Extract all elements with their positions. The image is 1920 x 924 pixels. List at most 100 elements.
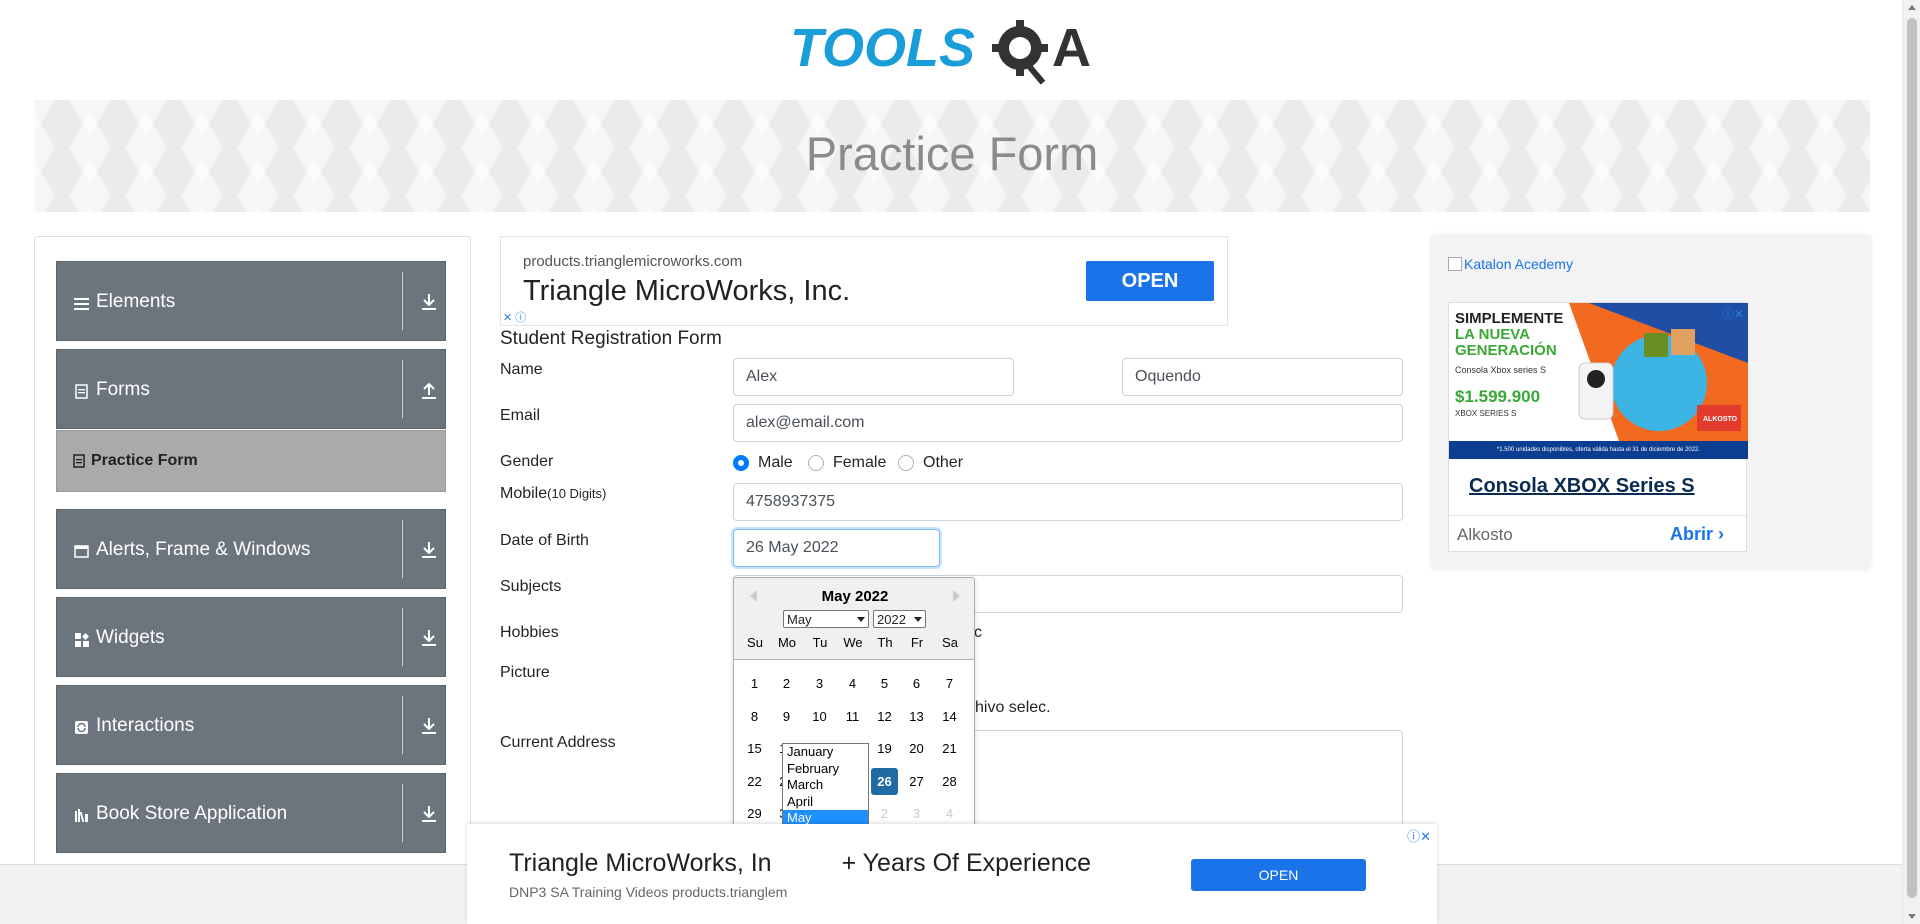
toolsqa-logo[interactable]: TOOLS A <box>790 14 1115 90</box>
weekday-label: We <box>843 635 863 650</box>
date-of-birth-input[interactable]: 26 May 2022 <box>733 529 940 567</box>
current-address-label: Current Address <box>500 734 616 751</box>
calendar-day[interactable]: 7 <box>936 670 963 697</box>
radio-unchecked[interactable] <box>808 455 824 471</box>
ad-store: Alkosto <box>1457 525 1513 544</box>
broken-image-link[interactable]: Katalon Acedemy <box>1448 256 1573 272</box>
ad-banner-top[interactable]: products.trianglemicroworks.com Triangle… <box>500 236 1228 326</box>
month-option[interactable]: February <box>783 761 868 778</box>
document-icon <box>73 454 85 468</box>
divider <box>402 360 403 418</box>
calendar-day[interactable]: 1 <box>741 670 768 697</box>
next-month-icon[interactable] <box>953 590 960 602</box>
calendar-day[interactable]: 10 <box>806 703 833 730</box>
gender-label: Gender <box>500 453 554 470</box>
download-arrow-icon[interactable] <box>420 716 438 736</box>
calendar-day[interactable]: 8 <box>741 703 768 730</box>
file-upload-status[interactable]: hivo selec. <box>975 699 1051 717</box>
download-arrow-icon[interactable] <box>420 540 438 560</box>
ad-open-button[interactable]: OPEN <box>1086 261 1214 301</box>
calendar-day[interactable]: 14 <box>936 703 963 730</box>
month-select[interactable]: May <box>783 610 869 628</box>
calendar-day[interactable]: 20 <box>903 735 930 762</box>
download-arrow-icon[interactable] <box>420 628 438 648</box>
sidebar-group-interactions[interactable]: Interactions <box>56 685 446 765</box>
sidebar-group-book-store[interactable]: Book Store Application <box>56 773 446 853</box>
gender-radio-female[interactable]: Female <box>808 454 886 472</box>
calendar-day[interactable]: 19 <box>871 735 898 762</box>
sidebar-group-label: Interactions <box>96 715 195 736</box>
calendar-day[interactable]: 5 <box>871 670 898 697</box>
page-title: Practice Form <box>805 127 1099 180</box>
gear-icon <box>992 20 1048 85</box>
promo-series: XBOX SERIES S <box>1455 409 1517 418</box>
weekday-label: Tu <box>812 635 828 650</box>
scroll-down-icon[interactable] <box>1908 914 1916 919</box>
adchoices-icon[interactable]: ⓘ✕ <box>1407 826 1431 845</box>
calendar-day[interactable]: 2 <box>773 670 800 697</box>
page-scrollbar[interactable] <box>1902 0 1920 924</box>
email-input[interactable]: alex@email.com <box>733 404 1403 442</box>
year-select[interactable]: 2022 <box>873 610 926 628</box>
ad-title[interactable]: Consola XBOX Series S <box>1469 475 1695 498</box>
logo-text-a: A <box>1052 18 1091 78</box>
form-heading: Student Registration Form <box>500 328 722 349</box>
calendar-day[interactable]: 15 <box>741 735 768 762</box>
month-option[interactable]: April <box>783 794 868 811</box>
broken-image-icon <box>1448 257 1462 271</box>
calendar-day[interactable]: 28 <box>936 768 963 795</box>
sidebar-group-label: Book Store Application <box>96 803 288 824</box>
calendar-day[interactable]: 4 <box>839 670 866 697</box>
gender-radio-other[interactable]: Other <box>898 454 963 472</box>
calendar-day[interactable]: 22 <box>741 768 768 795</box>
hobby-checkbox-label[interactable]: c <box>974 624 982 642</box>
calendar-day[interactable]: 6 <box>903 670 930 697</box>
calendar-day[interactable]: 13 <box>903 703 930 730</box>
mobile-label: Mobile(10 Digits) <box>500 485 607 502</box>
calendar-day[interactable]: 27 <box>903 768 930 795</box>
scroll-up-icon[interactable] <box>1908 5 1916 10</box>
calendar-day[interactable]: 21 <box>936 735 963 762</box>
calendar-day[interactable]: 12 <box>871 703 898 730</box>
document-icon <box>75 384 88 399</box>
download-arrow-icon[interactable] <box>420 804 438 824</box>
svg-text:ALKOSTO: ALKOSTO <box>1703 416 1738 423</box>
calendar-day[interactable]: 11 <box>839 703 866 730</box>
calendar-day-selected[interactable]: 26 <box>871 768 898 795</box>
sidebar-group-alerts[interactable]: Alerts, Frame & Windows <box>56 509 446 589</box>
sidebar-group-elements[interactable]: Elements <box>56 261 446 341</box>
ad-promo-image[interactable]: ALKOSTO SIMPLEMENTE LA NUEVA GENERACIÓN … <box>1449 303 1748 459</box>
page-banner: Practice Form <box>34 100 1870 212</box>
first-name-input[interactable]: Alex <box>733 358 1014 396</box>
gender-radio-male[interactable]: Male <box>733 454 793 472</box>
calendar-day[interactable]: 4 <box>936 800 963 826</box>
month-option[interactable]: January <box>783 744 868 761</box>
last-name-input[interactable]: Oquendo <box>1122 358 1403 396</box>
mobile-input[interactable]: 4758937375 <box>733 483 1403 521</box>
adchoices-icon[interactable]: ✕ ⓘ <box>503 312 526 324</box>
upload-arrow-icon[interactable] <box>420 380 438 400</box>
scrollbar-thumb[interactable] <box>1907 18 1917 898</box>
ad-cta-button[interactable]: Abrir › <box>1670 524 1724 545</box>
calendar-day[interactable]: 3 <box>806 670 833 697</box>
sidebar-item-practice-form[interactable]: Practice Form <box>56 430 446 492</box>
ad-open-button[interactable]: OPEN <box>1191 859 1366 891</box>
adchoices-icon[interactable]: ⓘ✕ <box>1722 305 1744 322</box>
sidebar-group-label: Forms <box>96 379 150 400</box>
calendar-day[interactable]: 29 <box>741 800 768 826</box>
radio-unchecked[interactable] <box>898 455 914 471</box>
calendar-day[interactable]: 9 <box>773 703 800 730</box>
books-icon <box>75 809 88 823</box>
download-arrow-icon[interactable] <box>420 292 438 312</box>
calendar-day[interactable]: 3 <box>903 800 930 826</box>
sidebar-group-widgets[interactable]: Widgets <box>56 597 446 677</box>
divider <box>402 784 403 842</box>
mobile-hint: (10 Digits) <box>547 486 607 501</box>
sidebar-group-forms[interactable]: Forms <box>56 349 446 429</box>
calendar-day[interactable]: 2 <box>871 800 898 826</box>
ad-banner-bottom[interactable]: Triangle MicroWorks, In + Years Of Experi… <box>467 824 1437 924</box>
radio-checked[interactable] <box>733 455 749 471</box>
ad-card[interactable]: ALKOSTO SIMPLEMENTE LA NUEVA GENERACIÓN … <box>1448 302 1748 552</box>
month-option[interactable]: March <box>783 777 868 794</box>
logo-text: TOOLS <box>790 18 975 78</box>
